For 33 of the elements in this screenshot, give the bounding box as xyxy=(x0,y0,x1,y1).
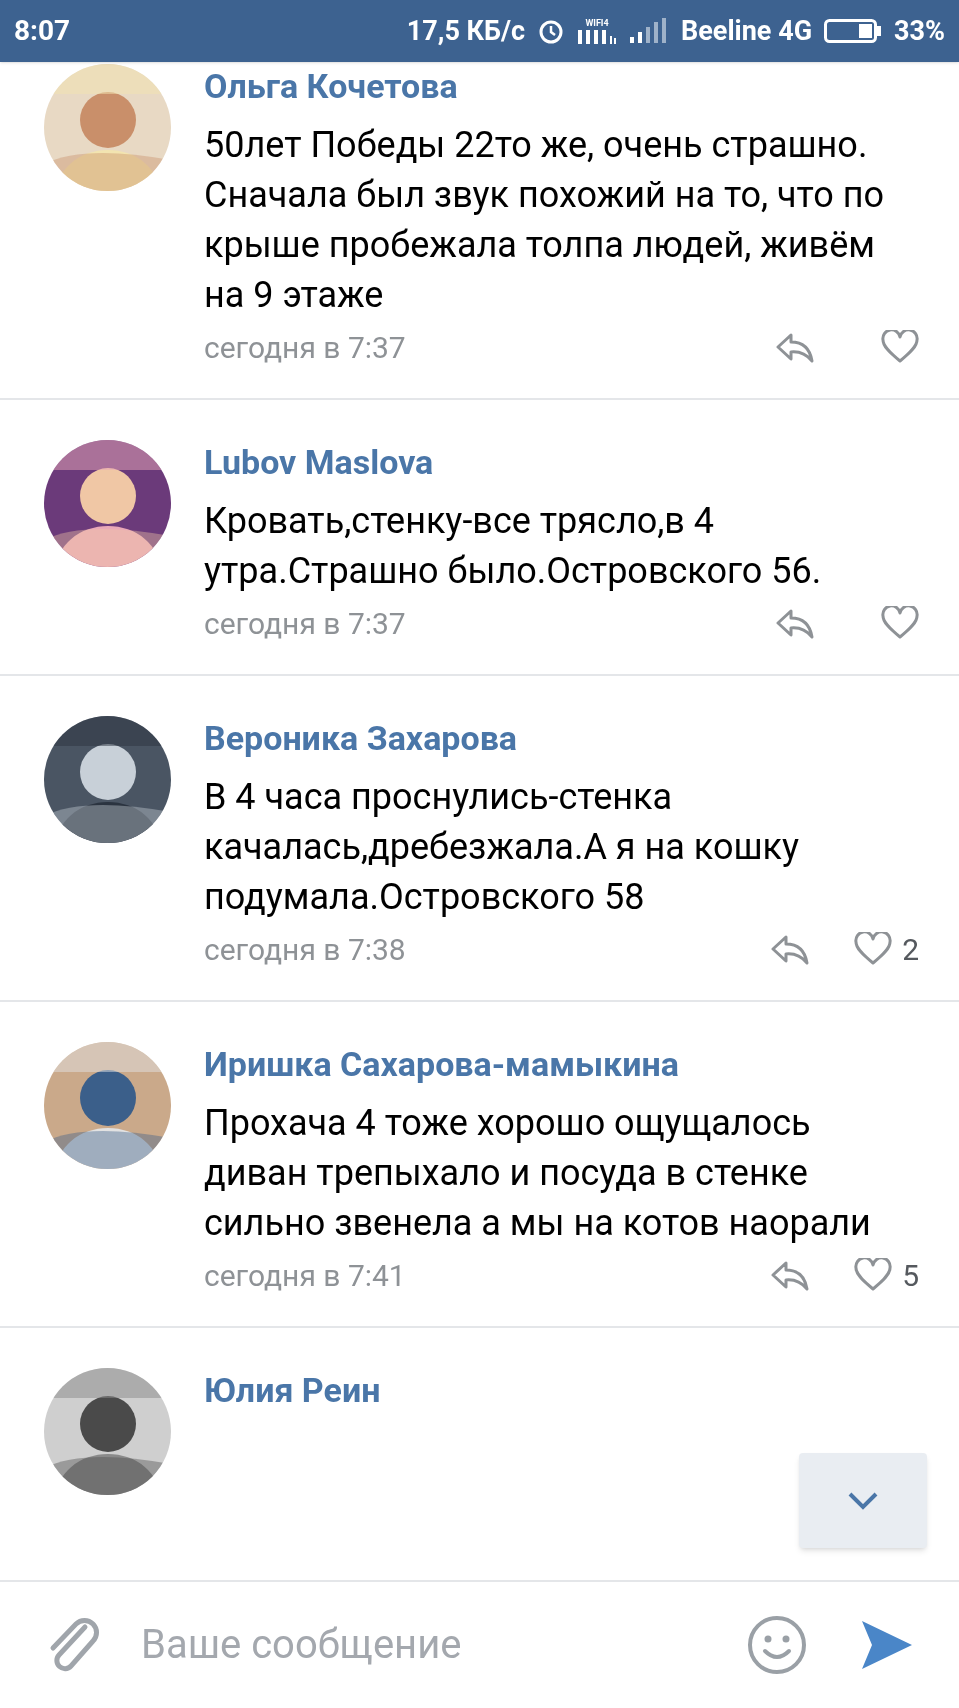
author-name[interactable]: Вероника Захарова xyxy=(204,716,518,760)
battery-icon xyxy=(824,18,883,44)
heart-icon[interactable] xyxy=(881,606,919,640)
wifi-signal-icon xyxy=(577,27,618,44)
author-name[interactable]: Иришка Сахарова-мамыкина xyxy=(204,1042,679,1086)
author-name[interactable]: Lubov Maslova xyxy=(204,440,434,484)
message-field[interactable]: Ваше сообщение xyxy=(141,1615,746,1675)
wifi-label: WIFI4 xyxy=(585,18,609,28)
comment-time: сегодня в 7:37 xyxy=(204,328,406,367)
comment-text: Кровать,стенку-все трясло,в 4 утра.Страшно было.Островского 56. xyxy=(204,499,823,594)
battery-percent: 33% xyxy=(894,13,945,49)
comment-text: Прохача 4 тоже хорошо ощущалось диван трепыхало и посуда в стенке сильно звенела а мы на котов наорали xyxy=(204,1101,872,1246)
smiley-icon[interactable] xyxy=(746,1614,808,1676)
reply-icon[interactable] xyxy=(775,331,815,363)
reply-icon[interactable] xyxy=(770,1259,811,1291)
comment-time: сегодня в 7:37 xyxy=(204,604,406,643)
like-count: 5 xyxy=(902,1256,919,1295)
chevron-down-icon xyxy=(847,1490,879,1511)
comment-time: сегодня в 7:41 xyxy=(204,1256,406,1295)
author-name[interactable]: Ольга Кочетова xyxy=(204,64,458,108)
clock-time: 8:07 xyxy=(14,13,71,49)
heart-icon[interactable] xyxy=(854,1258,893,1292)
carrier-name: Beeline 4G xyxy=(681,13,813,49)
network-speed: 17,5 КБ/с xyxy=(406,13,526,49)
heart-icon[interactable] xyxy=(881,330,919,364)
comment-text: В 4 часа проснулись-стенка качалась,дребезжала.А я на кошку подумала.Островского 58 xyxy=(204,775,801,920)
author-name[interactable]: Юлия Реин xyxy=(204,1368,381,1412)
comment-time: сегодня в 7:38 xyxy=(204,930,406,969)
heart-icon[interactable] xyxy=(854,932,893,966)
like-count: 2 xyxy=(902,930,919,969)
reply-icon[interactable] xyxy=(770,933,811,965)
comment-text: 50лет Победы 22то же, очень страшно. Сначала был звук похожий на то, что по крыше пробежала толпа людей, живём на 9 этаже xyxy=(204,123,885,318)
reply-icon[interactable] xyxy=(775,607,815,639)
